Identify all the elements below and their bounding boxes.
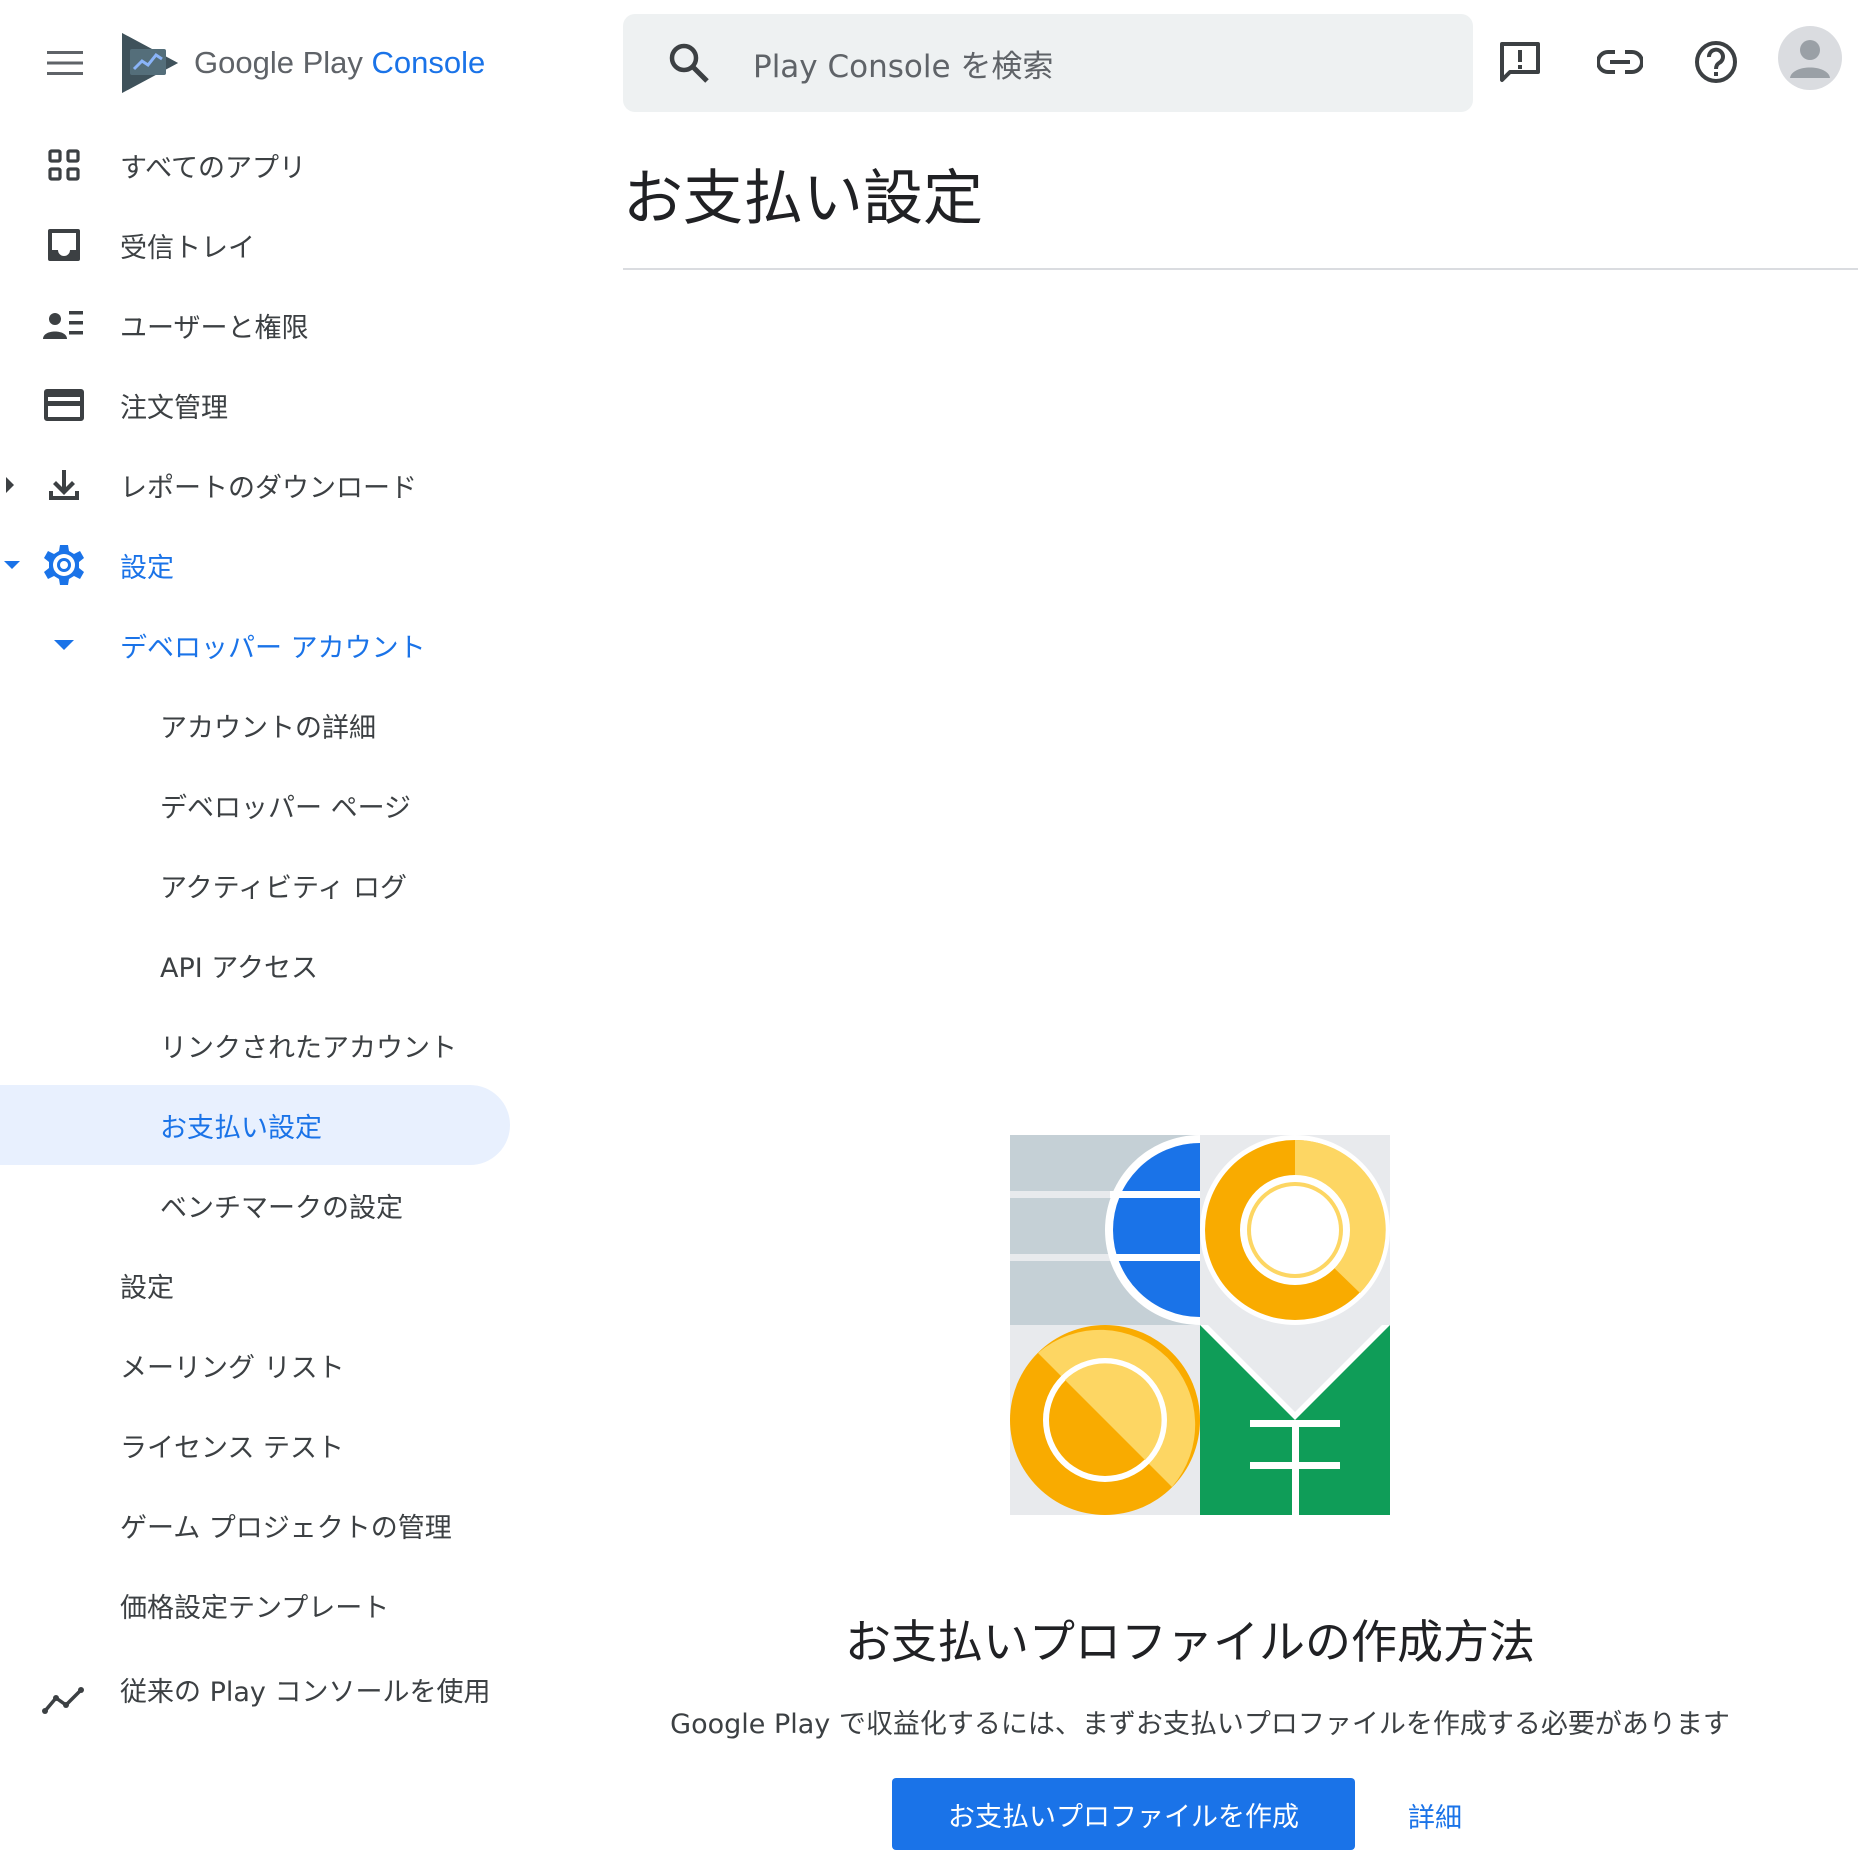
sidebar-item-pricing-templates[interactable]: 価格設定テンプレート (0, 1565, 520, 1645)
caret-down-icon (4, 553, 20, 577)
sidebar-item-inbox[interactable]: 受信トレイ (0, 205, 520, 285)
brand-console: Console (371, 45, 486, 80)
sidebar-item-linked-accounts[interactable]: リンクされたアカウント (0, 1005, 520, 1085)
sidebar-item-game-projects[interactable]: ゲーム プロジェクトの管理 (0, 1485, 520, 1565)
sidebar-item-label: ベンチマークの設定 (160, 1192, 403, 1224)
sidebar-item-developer-account[interactable]: デベロッパー アカウント (0, 605, 520, 685)
sidebar-item-label: 設定 (120, 1272, 174, 1304)
link-icon (1597, 50, 1643, 74)
copy-link-button[interactable] (1590, 32, 1650, 92)
brand-google-play: Google Play (194, 45, 363, 80)
sidebar-item-label: アクティビティ ログ (160, 872, 407, 904)
sidebar-item-label: API アクセス (160, 952, 318, 984)
sidebar-item-benchmark-settings[interactable]: ベンチマークの設定 (0, 1165, 520, 1245)
create-payments-profile-button[interactable]: お支払いプロファイルを作成 (892, 1778, 1355, 1850)
caret-right-icon (4, 473, 20, 497)
sidebar-item-account-details[interactable]: アカウントの詳細 (0, 685, 520, 765)
feedback-button[interactable] (1490, 32, 1550, 92)
help-button[interactable] (1686, 32, 1746, 92)
sidebar-item-label: ユーザーと権限 (120, 312, 309, 344)
play-console-logo (122, 33, 178, 93)
sidebar-item-label: アカウントの詳細 (160, 712, 376, 744)
sidebar-item-label: 設定 (120, 552, 174, 584)
feedback-icon (1500, 42, 1540, 82)
sidebar-item-label: レポートのダウンロード (120, 472, 417, 504)
sidebar-item-report-downloads[interactable]: レポートのダウンロード (0, 445, 520, 525)
sidebar-item-label: 価格設定テンプレート (120, 1592, 390, 1624)
sidebar-item-label: ゲーム プロジェクトの管理 (120, 1512, 452, 1544)
sidebar-item-label: メーリング リスト (120, 1352, 345, 1384)
sidebar-item-all-apps[interactable]: すべてのアプリ (0, 125, 520, 205)
sidebar-item-developer-page[interactable]: デベロッパー ページ (0, 765, 520, 845)
person-icon (1790, 40, 1830, 78)
trend-line-icon (40, 1677, 88, 1725)
search-box[interactable]: Play Console を検索 (623, 14, 1473, 112)
sidebar-item-label: デベロッパー アカウント (120, 632, 426, 664)
sidebar-item-users-permissions[interactable]: ユーザーと権限 (0, 285, 520, 365)
sidebar: Google Play Console すべてのアプリ 受信トレイ ユーザーと権… (0, 0, 520, 1876)
inbox-icon (40, 221, 88, 269)
sidebar-item-license-testing[interactable]: ライセンス テスト (0, 1405, 520, 1485)
credit-card-icon (40, 381, 88, 429)
sidebar-item-mailing-lists[interactable]: メーリング リスト (0, 1325, 520, 1405)
sidebar-item-label: 受信トレイ (120, 232, 255, 264)
search-input[interactable]: Play Console を検索 (753, 41, 1053, 86)
sidebar-item-settings[interactable]: 設定 (0, 525, 520, 605)
sidebar-item-api-access[interactable]: API アクセス (0, 925, 520, 1005)
empty-state-description: Google Play で収益化するには、まずお支払いプロファイルを作成する必要… (670, 1709, 1730, 1740)
brand-name[interactable]: Google Play Console (194, 45, 485, 81)
sidebar-item-label: リンクされたアカウント (160, 1032, 457, 1064)
page-title: お支払い設定 (623, 164, 983, 234)
sidebar-item-payments-settings[interactable]: お支払い設定 (0, 1085, 510, 1165)
sidebar-item-label: 従来の Play コンソールを使用 (120, 1677, 491, 1708)
sidebar-item-label: 注文管理 (120, 392, 228, 424)
hamburger-menu-button[interactable] (40, 38, 90, 88)
caret-down-icon (40, 621, 88, 669)
sidebar-item-preferences[interactable]: 設定 (0, 1245, 520, 1325)
menu-icon (47, 51, 83, 75)
sidebar-item-legacy-console[interactable]: 従来の Play コンソールを使用 (0, 1663, 520, 1759)
help-icon (1695, 41, 1737, 83)
sidebar-item-label: お支払い設定 (160, 1112, 322, 1144)
sidebar-nav: すべてのアプリ 受信トレイ ユーザーと権限 注文管理 レポートのダウンロード 設… (0, 125, 520, 1759)
title-divider (623, 268, 1858, 270)
sidebar-item-activity-log[interactable]: アクティビティ ログ (0, 845, 520, 925)
apps-grid-icon (40, 141, 88, 189)
gear-icon (40, 541, 88, 589)
brand-header: Google Play Console (40, 28, 485, 98)
users-permissions-icon (40, 301, 88, 349)
account-avatar[interactable] (1778, 26, 1842, 90)
sidebar-item-label: すべてのアプリ (120, 152, 307, 184)
sidebar-item-orders[interactable]: 注文管理 (0, 365, 520, 445)
sidebar-item-label: デベロッパー ページ (160, 792, 412, 824)
search-icon (669, 43, 709, 83)
learn-more-link[interactable]: 詳細 (1408, 1796, 1462, 1835)
download-icon (40, 461, 88, 509)
sidebar-item-label: ライセンス テスト (120, 1432, 345, 1464)
payments-illustration (1010, 1135, 1390, 1515)
empty-state-heading: お支払いプロファイルの作成方法 (845, 1615, 1535, 1669)
